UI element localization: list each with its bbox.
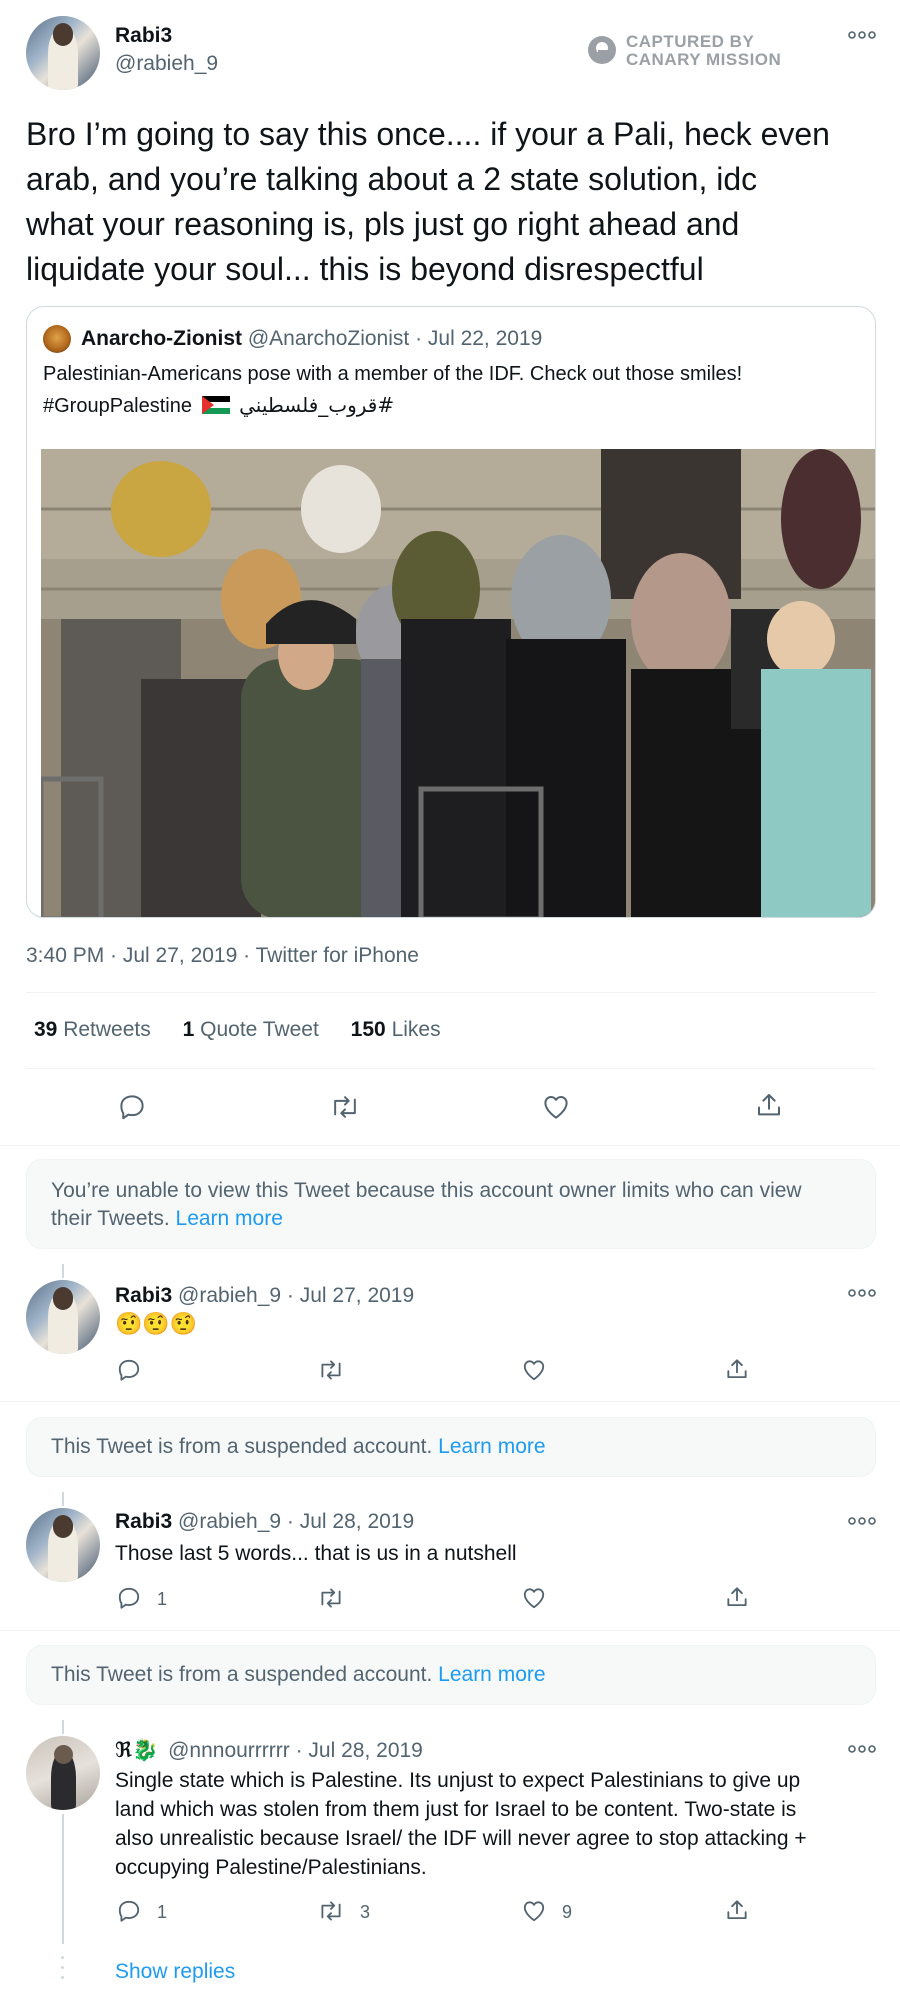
like-count: 9 [562,1902,573,1922]
reply-text: Single state which is Palestine. Its unj… [115,1766,885,1882]
watermark-line2: CANARY MISSION [626,50,782,69]
more-options-icon[interactable] [848,1742,876,1756]
tweet-text-line: Bro I’m going to say this once.... if yo… [26,116,830,152]
likes-stat[interactable]: 150 Likes [351,1018,441,1041]
thread-line [62,1492,64,1506]
reply-icon[interactable] [116,1898,142,1924]
learn-more-link[interactable]: Learn more [438,1435,545,1458]
notice-text: This Tweet is from a suspended account. [51,1435,433,1458]
reply-text-line: land which was stolen from them just for… [115,1798,797,1821]
divider [0,1630,900,1631]
reply-author-meta[interactable]: @rabieh_9 · Jul 28, 2019 [178,1510,414,1533]
divider [26,1068,876,1069]
watermark-line1: CAPTURED BY [626,32,755,51]
tweet-text: Bro I’m going to say this once.... if yo… [26,112,886,292]
retweets-count: 39 [34,1018,58,1041]
quotes-stat[interactable]: 1 Quote Tweet [183,1018,325,1041]
reply-text: 🤨🤨🤨 [115,1312,198,1337]
like-icon[interactable] [541,1092,571,1122]
tweet-stats: 39 Retweets 1 Quote Tweet 150 Likes [34,1018,441,1042]
quoted-text-line1: Palestinian-Americans pose with a member… [43,363,743,385]
author-name[interactable]: Rabi3 [115,24,172,48]
reply-author-name[interactable]: Rabi3 [115,1510,172,1533]
more-options-icon[interactable] [848,1514,876,1528]
share-icon[interactable] [724,1356,750,1382]
quoted-avatar [43,325,71,353]
canary-mission-watermark: CAPTURED BY CANARY MISSION [588,30,788,70]
like-icon[interactable] [521,1357,547,1383]
reply-author-meta[interactable]: @rabieh_9 · Jul 27, 2019 [178,1284,414,1307]
reply-avatar[interactable] [26,1736,100,1810]
divider [0,1145,900,1146]
retweets-stat[interactable]: 39 Retweets [34,1018,157,1041]
suspended-tweet-notice: This Tweet is from a suspended account. … [26,1417,876,1477]
tweet-text-line: what your reasoning is, pls just go righ… [26,206,740,242]
retweets-label: Retweets [63,1018,151,1041]
learn-more-link[interactable]: Learn more [438,1663,545,1686]
thread-line [62,1264,64,1278]
notice-text: their Tweets. [51,1207,170,1230]
quoted-arabic-hashtag[interactable]: #قروب_فلسطيني [239,393,394,417]
show-replies-link[interactable]: Show replies [115,1960,235,1984]
share-icon[interactable] [724,1897,750,1923]
more-options-icon[interactable] [848,1286,876,1300]
retweet-count: 3 [360,1902,371,1922]
divider [0,1401,900,1402]
reply-avatar[interactable] [26,1508,100,1582]
reply-icon[interactable] [117,1092,147,1122]
reply-text: Those last 5 words... that is us in a nu… [115,1542,517,1565]
reply-author-name[interactable]: Rabi3 [115,1284,172,1307]
tweet-timestamp[interactable]: 3:40 PM · Jul 27, 2019 · Twitter for iPh… [26,944,419,968]
retweet-icon[interactable] [317,1898,345,1924]
restricted-tweet-notice: You’re unable to view this Tweet because… [26,1159,876,1249]
reply-text-line: also unrealistic because Israel/ the IDF… [115,1827,807,1850]
quotes-count: 1 [182,1018,195,1041]
tweet-text-line: arab, and you’re talking about a 2 state… [26,161,758,197]
learn-more-link[interactable]: Learn more [176,1207,283,1230]
quoted-tweet[interactable]: Anarcho-Zionist @AnarchoZionist · Jul 22… [26,306,876,918]
notice-text: You’re unable to view this Tweet because… [51,1179,802,1202]
more-options-icon[interactable] [848,28,876,42]
tweet-text-line: liquidate your soul... this is beyond di… [26,251,704,287]
likes-count: 150 [350,1018,386,1041]
suspended-tweet-notice: This Tweet is from a suspended account. … [26,1645,876,1705]
watermark-logo-icon [588,36,616,64]
reply-text-line: occupying Palestine/Palestinians. [115,1856,427,1879]
reply-avatar[interactable] [26,1280,100,1354]
reply-author-name[interactable]: ℜ🐉 [115,1738,158,1762]
reply-author-meta[interactable]: @nnnourrrrrr · Jul 28, 2019 [168,1739,423,1762]
thread-line [62,1720,64,1734]
reply-text-line: Single state which is Palestine. Its unj… [115,1769,801,1792]
reply-icon[interactable] [116,1357,142,1383]
reply-icon[interactable] [116,1585,142,1611]
reply-count: 1 [157,1589,168,1609]
retweet-icon[interactable] [317,1357,345,1383]
share-icon[interactable] [754,1090,784,1120]
thread-dots [61,1956,65,1986]
retweet-icon[interactable] [329,1092,361,1122]
divider [26,992,876,993]
quoted-photo[interactable] [41,449,875,917]
likes-label: Likes [391,1018,441,1041]
author-handle[interactable]: @rabieh_9 [115,52,218,76]
quotes-label: Quote Tweet [200,1018,319,1041]
thread-line [62,1814,64,1944]
palestine-flag-icon [201,396,230,414]
quoted-author-name: Anarcho-Zionist [81,327,242,350]
reply-count: 1 [157,1902,168,1922]
share-icon[interactable] [724,1584,750,1610]
notice-text: This Tweet is from a suspended account. [51,1663,433,1686]
like-icon[interactable] [521,1898,547,1924]
retweet-icon[interactable] [317,1585,345,1611]
like-icon[interactable] [521,1585,547,1611]
author-avatar[interactable] [26,16,100,90]
quoted-hashtag[interactable]: #GroupPalestine [43,395,192,417]
quoted-author-meta: @AnarchoZionist · Jul 22, 2019 [247,327,543,350]
